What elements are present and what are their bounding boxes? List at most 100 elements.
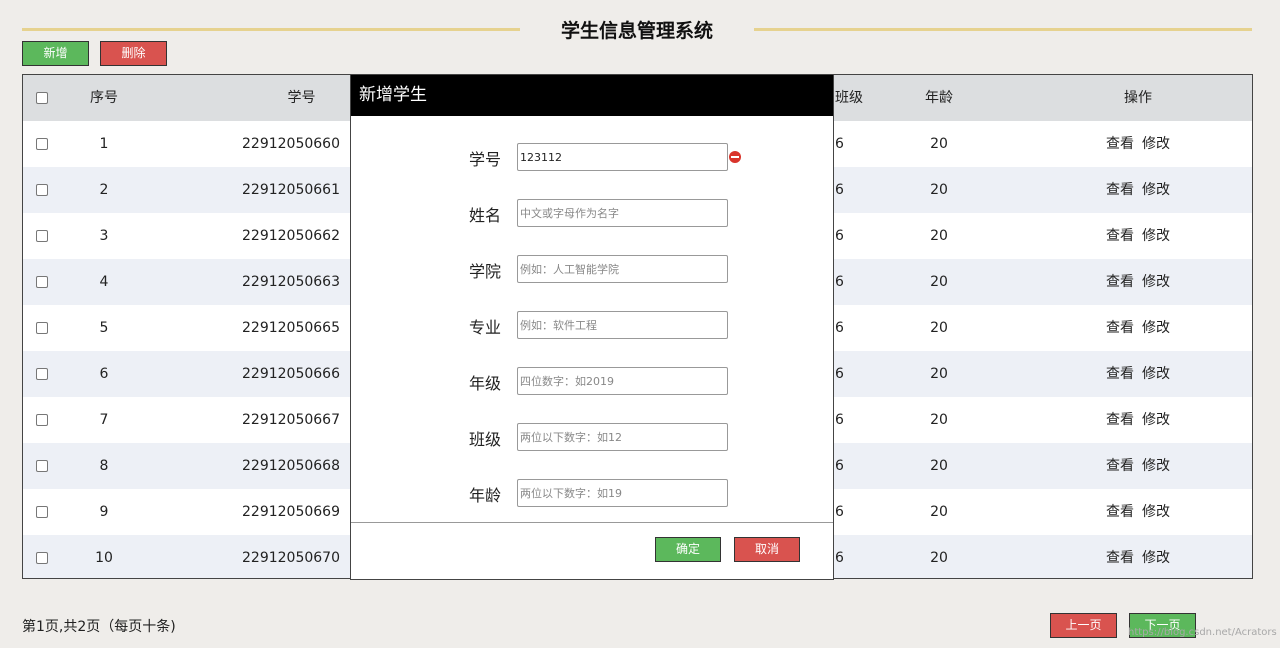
row-class: 6 [835, 458, 844, 474]
row-seq: 6 [99, 366, 109, 382]
grade-label: 年级 [468, 374, 501, 393]
row-checkbox[interactable] [36, 552, 48, 564]
row-ops: 查看 修改 [1083, 259, 1193, 305]
row-ops: 查看 修改 [1083, 351, 1193, 397]
name-input[interactable] [517, 199, 728, 227]
edit-link[interactable]: 修改 [1142, 412, 1170, 428]
row-student-id: 22912050663 [242, 274, 340, 290]
header-seq: 序号 [90, 90, 118, 106]
row-age: 20 [930, 458, 948, 474]
row-seq: 8 [99, 458, 109, 474]
row-seq: 4 [99, 274, 109, 290]
row-student-id: 22912050660 [242, 136, 340, 152]
row-ops: 查看 修改 [1083, 121, 1193, 167]
delete-button[interactable]: 删除 [100, 41, 167, 66]
edit-link[interactable]: 修改 [1142, 504, 1170, 520]
modal-title: 新增学生 [351, 75, 833, 116]
name-label: 姓名 [468, 206, 501, 225]
student-id-input[interactable] [517, 143, 728, 171]
edit-link[interactable]: 修改 [1142, 228, 1170, 244]
row-seq: 1 [99, 136, 109, 152]
row-age: 20 [930, 366, 948, 382]
view-link[interactable]: 查看 [1106, 366, 1134, 382]
edit-link[interactable]: 修改 [1142, 366, 1170, 382]
row-seq: 5 [99, 320, 109, 336]
grade-input[interactable] [517, 367, 728, 395]
prev-page-button[interactable]: 上一页 [1050, 613, 1117, 638]
edit-link[interactable]: 修改 [1142, 182, 1170, 198]
row-student-id: 22912050669 [242, 504, 340, 520]
page-title: 学生信息管理系统 [560, 20, 713, 42]
view-link[interactable]: 查看 [1106, 504, 1134, 520]
edit-link[interactable]: 修改 [1142, 136, 1170, 152]
view-link[interactable]: 查看 [1106, 412, 1134, 428]
view-link[interactable]: 查看 [1106, 228, 1134, 244]
row-checkbox[interactable] [36, 414, 48, 426]
row-seq: 9 [99, 504, 109, 520]
add-student-modal: 新增学生 学号姓名学院专业年级班级年龄 确定 取消 [350, 74, 834, 580]
row-checkbox[interactable] [36, 460, 48, 472]
row-checkbox[interactable] [36, 276, 48, 288]
row-age: 20 [930, 320, 948, 336]
row-seq: 7 [99, 412, 109, 428]
confirm-button[interactable]: 确定 [655, 537, 721, 562]
college-input[interactable] [517, 255, 728, 283]
row-student-id: 22912050667 [242, 412, 340, 428]
row-class: 6 [835, 228, 844, 244]
row-seq: 2 [99, 182, 109, 198]
row-student-id: 22912050661 [242, 182, 340, 198]
row-student-id: 22912050670 [242, 550, 340, 566]
row-checkbox[interactable] [36, 368, 48, 380]
row-age: 20 [930, 274, 948, 290]
major-input[interactable] [517, 311, 728, 339]
row-student-id: 22912050665 [242, 320, 340, 336]
student-id-label: 学号 [468, 150, 501, 169]
major-label: 专业 [468, 318, 501, 337]
edit-link[interactable]: 修改 [1142, 458, 1170, 474]
row-ops: 查看 修改 [1083, 167, 1193, 213]
row-student-id: 22912050666 [242, 366, 340, 382]
age-label: 年龄 [468, 486, 501, 505]
row-student-id: 22912050662 [242, 228, 340, 244]
row-age: 20 [930, 136, 948, 152]
edit-link[interactable]: 修改 [1142, 274, 1170, 290]
view-link[interactable]: 查看 [1106, 274, 1134, 290]
select-all-checkbox[interactable] [36, 92, 48, 104]
row-age: 20 [930, 550, 948, 566]
row-age: 20 [930, 412, 948, 428]
row-class: 6 [835, 274, 844, 290]
view-link[interactable]: 查看 [1106, 136, 1134, 152]
modal-divider [351, 522, 833, 523]
row-ops: 查看 修改 [1083, 535, 1193, 578]
row-ops: 查看 修改 [1083, 213, 1193, 259]
row-checkbox[interactable] [36, 138, 48, 150]
row-age: 20 [930, 182, 948, 198]
row-checkbox[interactable] [36, 230, 48, 242]
row-ops: 查看 修改 [1083, 443, 1193, 489]
class-input[interactable] [517, 423, 728, 451]
edit-link[interactable]: 修改 [1142, 550, 1170, 566]
row-age: 20 [930, 228, 948, 244]
class-label: 班级 [468, 430, 501, 449]
row-ops: 查看 修改 [1083, 397, 1193, 443]
row-checkbox[interactable] [36, 506, 48, 518]
row-class: 6 [835, 412, 844, 428]
age-input[interactable] [517, 479, 728, 507]
row-checkbox[interactable] [36, 322, 48, 334]
row-checkbox[interactable] [36, 184, 48, 196]
add-button[interactable]: 新增 [22, 41, 89, 66]
view-link[interactable]: 查看 [1106, 458, 1134, 474]
no-entry-icon [729, 151, 741, 163]
row-class: 6 [835, 366, 844, 382]
row-age: 20 [930, 504, 948, 520]
view-link[interactable]: 查看 [1106, 182, 1134, 198]
view-link[interactable]: 查看 [1106, 550, 1134, 566]
row-student-id: 22912050668 [242, 458, 340, 474]
header-age: 年龄 [925, 90, 953, 106]
college-label: 学院 [468, 262, 501, 281]
edit-link[interactable]: 修改 [1142, 320, 1170, 336]
cancel-button[interactable]: 取消 [734, 537, 800, 562]
view-link[interactable]: 查看 [1106, 320, 1134, 336]
row-ops: 查看 修改 [1083, 489, 1193, 535]
header-class: 班级 [835, 90, 863, 106]
